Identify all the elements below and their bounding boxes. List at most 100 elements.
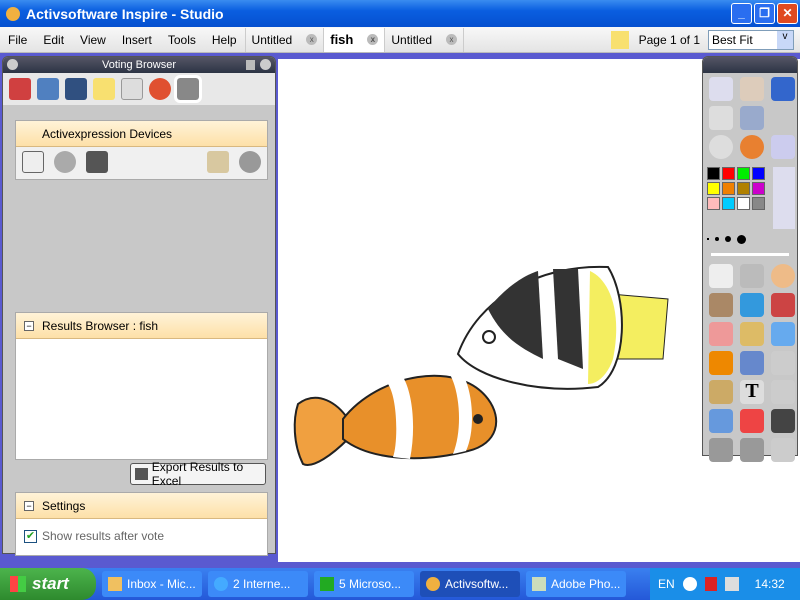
menu-edit[interactable]: Edit — [35, 33, 72, 47]
highlighter-icon[interactable] — [740, 293, 764, 317]
insert-media-icon[interactable] — [771, 322, 795, 346]
notes-browser-icon[interactable] — [93, 78, 115, 100]
width-slider[interactable] — [711, 253, 789, 256]
star-icon[interactable] — [771, 380, 795, 404]
menu-view[interactable]: View — [72, 33, 114, 47]
main-menu-icon[interactable] — [709, 77, 733, 101]
color-swatch[interactable] — [707, 167, 720, 180]
shape-icon[interactable] — [709, 351, 733, 375]
check-icon[interactable] — [771, 77, 795, 101]
taskbar-label: 2 Interne... — [233, 577, 291, 591]
device-icon[interactable] — [86, 151, 108, 173]
hand-icon[interactable] — [771, 264, 795, 288]
previous-page-icon[interactable] — [709, 106, 733, 130]
menu-file[interactable]: File — [0, 33, 35, 47]
zoom-select[interactable]: Best Fit v — [708, 29, 794, 50]
close-panel-icon[interactable] — [7, 59, 18, 70]
show-results-checkbox[interactable]: ✔ — [24, 529, 37, 543]
browser-icon[interactable] — [740, 135, 764, 159]
antivirus-icon[interactable] — [704, 577, 717, 591]
eraser-icon[interactable] — [709, 322, 733, 346]
save-icon[interactable] — [771, 409, 795, 433]
registration-icon[interactable] — [54, 151, 76, 173]
color-swatch[interactable] — [722, 182, 735, 195]
close-tab-icon[interactable]: x — [446, 34, 458, 45]
settings-section: − Settings ✔ Show results after vote — [15, 492, 268, 556]
play-icon[interactable] — [709, 135, 733, 159]
taskbar-item-activsoftware[interactable]: Activsoftw... — [420, 571, 520, 597]
voting-browser-icon[interactable] — [174, 75, 202, 103]
menu-tools[interactable]: Tools — [160, 33, 204, 47]
close-tab-icon[interactable]: x — [367, 34, 379, 45]
close-tab-icon[interactable]: x — [306, 34, 318, 45]
object-browser-icon[interactable] — [65, 78, 87, 100]
learner-id-icon[interactable] — [207, 151, 229, 173]
handwriting-icon[interactable] — [771, 438, 795, 462]
connector-icon[interactable] — [740, 351, 764, 375]
reset-icon[interactable] — [740, 409, 764, 433]
pen-tool-icon[interactable] — [773, 167, 795, 229]
page-browser-icon[interactable] — [9, 78, 31, 100]
tray-expand-icon[interactable] — [682, 577, 697, 591]
color-swatch[interactable] — [722, 197, 735, 210]
clock: 14:32 — [754, 577, 785, 591]
desktop-annotate-icon[interactable] — [771, 135, 795, 159]
color-swatch[interactable] — [707, 182, 720, 195]
color-swatch[interactable] — [737, 197, 750, 210]
grid-icon[interactable] — [771, 351, 795, 375]
toolbox-header[interactable] — [703, 57, 797, 73]
note-icon[interactable] — [610, 30, 629, 49]
clipboard-icon[interactable] — [22, 151, 44, 173]
select-icon[interactable] — [709, 264, 733, 288]
start-button[interactable]: start — [0, 568, 96, 600]
minimize-button[interactable]: _ — [731, 3, 752, 24]
clear-icon[interactable] — [709, 409, 733, 433]
color-swatch[interactable] — [752, 197, 765, 210]
taskbar-item-photoshop[interactable]: Adobe Pho... — [526, 571, 626, 597]
taskbar: start Inbox - Mic... 2 Interne... 5 Micr… — [0, 568, 800, 600]
language-indicator[interactable]: EN — [658, 577, 675, 591]
clip-icon[interactable] — [709, 380, 733, 404]
color-swatch[interactable] — [737, 167, 750, 180]
text-icon[interactable]: T — [740, 380, 764, 404]
devices-section: Activexpression Devices — [15, 120, 268, 180]
dock-icon[interactable] — [246, 60, 255, 70]
taskbar-item-excel[interactable]: 5 Microso... — [314, 571, 414, 597]
color-swatch[interactable] — [752, 182, 765, 195]
color-swatch[interactable] — [737, 182, 750, 195]
export-results-button[interactable]: Export Results to Excel — [130, 460, 266, 488]
tab-untitled-2[interactable]: Untitled x — [384, 27, 465, 52]
system-tray: EN 14:32 — [650, 568, 800, 600]
tab-untitled-1[interactable]: Untitled x — [244, 27, 324, 52]
undo-icon[interactable] — [709, 438, 733, 462]
pen-icon[interactable] — [709, 293, 733, 317]
menu-insert[interactable]: Insert — [114, 33, 160, 47]
property-browser-icon[interactable] — [121, 78, 143, 100]
magic-ink-icon[interactable] — [771, 293, 795, 317]
network-icon[interactable] — [724, 577, 739, 591]
collapse-icon[interactable]: − — [24, 500, 34, 511]
chevron-down-icon[interactable]: v — [777, 30, 793, 49]
redo-icon[interactable] — [740, 438, 764, 462]
tab-fish[interactable]: fish x — [323, 27, 385, 52]
tools-icon[interactable] — [740, 264, 764, 288]
profile-icon[interactable] — [740, 77, 764, 101]
color-swatch[interactable] — [707, 197, 720, 210]
resource-browser-icon[interactable] — [37, 78, 59, 100]
lock-icon[interactable] — [239, 151, 261, 173]
close-button[interactable]: ✕ — [777, 3, 798, 24]
menu-help[interactable]: Help — [204, 33, 245, 47]
windows-logo-icon — [10, 576, 26, 592]
next-page-icon[interactable] — [740, 106, 764, 130]
taskbar-item-ie[interactable]: 2 Interne... — [208, 571, 308, 597]
action-browser-icon[interactable] — [149, 78, 171, 100]
taskbar-item-outlook[interactable]: Inbox - Mic... — [102, 571, 202, 597]
taskbar-label: Inbox - Mic... — [127, 577, 196, 591]
fill-icon[interactable] — [740, 322, 764, 346]
collapse-icon[interactable]: − — [24, 320, 34, 331]
pin-icon[interactable] — [260, 59, 271, 70]
restore-button[interactable]: ❐ — [754, 3, 775, 24]
color-swatch[interactable] — [722, 167, 735, 180]
color-swatch[interactable] — [752, 167, 765, 180]
pen-width-selector[interactable] — [707, 229, 793, 249]
